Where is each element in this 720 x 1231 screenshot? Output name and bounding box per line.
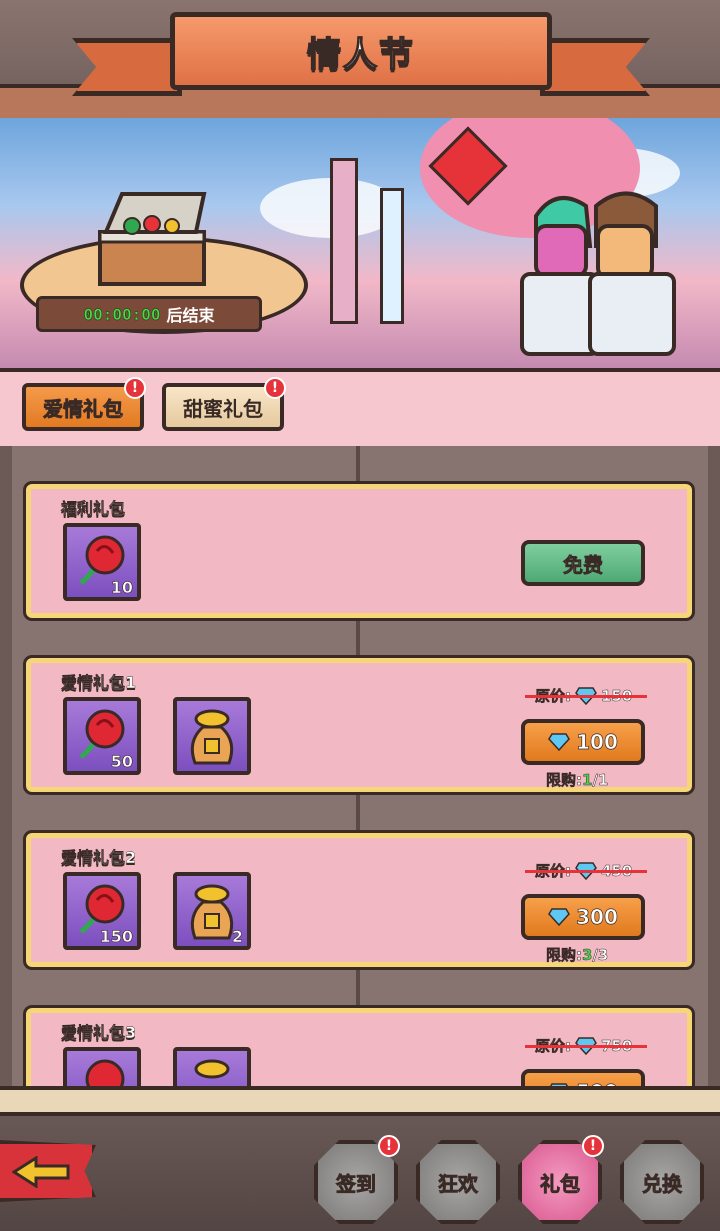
- buy-price: 100: [576, 730, 618, 755]
- reward-item[interactable]: 150: [63, 872, 141, 950]
- buy-button[interactable]: 500: [521, 1069, 645, 1086]
- reward-item[interactable]: 10: [63, 523, 141, 601]
- gold-bag-icon: [194, 1059, 230, 1079]
- pack-card-3: 爱情礼包3 原价: 750 500: [23, 1005, 695, 1086]
- price-strikethrough: [525, 1045, 647, 1048]
- pack-card-1: 爱情礼包1 50 原价: 150 100 限购:1/1: [23, 655, 695, 795]
- pack-card-2: 爱情礼包2 150 2 原价: 450 300 限购:3/3: [23, 830, 695, 970]
- pack-title: 爱情礼包2: [61, 848, 137, 867]
- gold-bag-icon: [190, 709, 234, 765]
- diamond-icon: [548, 908, 571, 926]
- limit-used: 1: [582, 771, 593, 790]
- pack-card-free: 福利礼包 10 免费: [23, 481, 695, 621]
- reward-item[interactable]: 50: [63, 697, 141, 775]
- tab-love-badge: !: [124, 377, 146, 399]
- reward-item[interactable]: [173, 1047, 251, 1086]
- claim-free-label: 免费: [563, 552, 604, 577]
- purchase-limit: 限购:3/3: [546, 946, 609, 965]
- pack-title: 爱情礼包1: [61, 673, 137, 692]
- back-button[interactable]: [0, 1140, 96, 1202]
- reward-item[interactable]: [173, 697, 251, 775]
- event-banner: 00:00:00 后结束: [0, 118, 720, 373]
- page-title: 情人节: [306, 34, 415, 76]
- buy-price: 300: [576, 905, 618, 930]
- reward-item[interactable]: 2: [173, 872, 251, 950]
- pack-title: 爱情礼包3: [61, 1023, 137, 1042]
- castle-tower: [330, 158, 358, 324]
- nav-label: 狂欢: [438, 1171, 479, 1196]
- footer-plank: [0, 1086, 720, 1116]
- rose-icon: [85, 1059, 125, 1086]
- diamond-icon: [548, 733, 571, 751]
- pack-title: 福利礼包: [61, 499, 126, 518]
- back-arrow-icon: [12, 1156, 70, 1188]
- claim-free-button[interactable]: 免费: [521, 540, 645, 586]
- buy-button[interactable]: 300: [521, 894, 645, 940]
- limit-total: 1: [597, 771, 609, 790]
- title-ribbon: 情人节: [170, 12, 552, 90]
- hero-characters: [520, 191, 676, 356]
- item-quantity: 150: [99, 927, 133, 947]
- tab-label: 甜蜜礼包: [183, 396, 263, 421]
- tab-sweet-badge: !: [264, 377, 286, 399]
- nav-label: 兑换: [642, 1171, 683, 1196]
- limit-used: 3: [582, 946, 593, 965]
- purchase-limit: 限购:1/1: [546, 771, 609, 790]
- buy-button[interactable]: 100: [521, 719, 645, 765]
- castle-tower: [380, 188, 404, 324]
- nav-label: 签到: [336, 1171, 377, 1196]
- tab-label: 爱情礼包: [43, 396, 124, 421]
- countdown-plate: 00:00:00 后结束: [36, 296, 262, 332]
- countdown-suffix: 后结束: [166, 306, 215, 325]
- price-strikethrough: [525, 695, 647, 698]
- nav-sign-in-badge: !: [378, 1135, 400, 1157]
- nav-gift-pack-badge: !: [582, 1135, 604, 1157]
- reward-item[interactable]: [63, 1047, 141, 1086]
- price-strikethrough: [525, 870, 647, 873]
- limit-label: 限购:: [546, 771, 583, 790]
- item-quantity: 10: [110, 578, 133, 598]
- nav-label: 礼包: [540, 1171, 581, 1196]
- pack-card-3-clip: 爱情礼包3 原价: 750 500: [0, 1000, 720, 1086]
- item-quantity: 50: [110, 752, 133, 772]
- limit-label: 限购:: [546, 946, 583, 965]
- treasure-chest-icon: [98, 192, 207, 286]
- item-quantity: 2: [231, 927, 244, 947]
- limit-total: 3: [597, 946, 609, 965]
- countdown-timer: 00:00:00: [83, 304, 161, 324]
